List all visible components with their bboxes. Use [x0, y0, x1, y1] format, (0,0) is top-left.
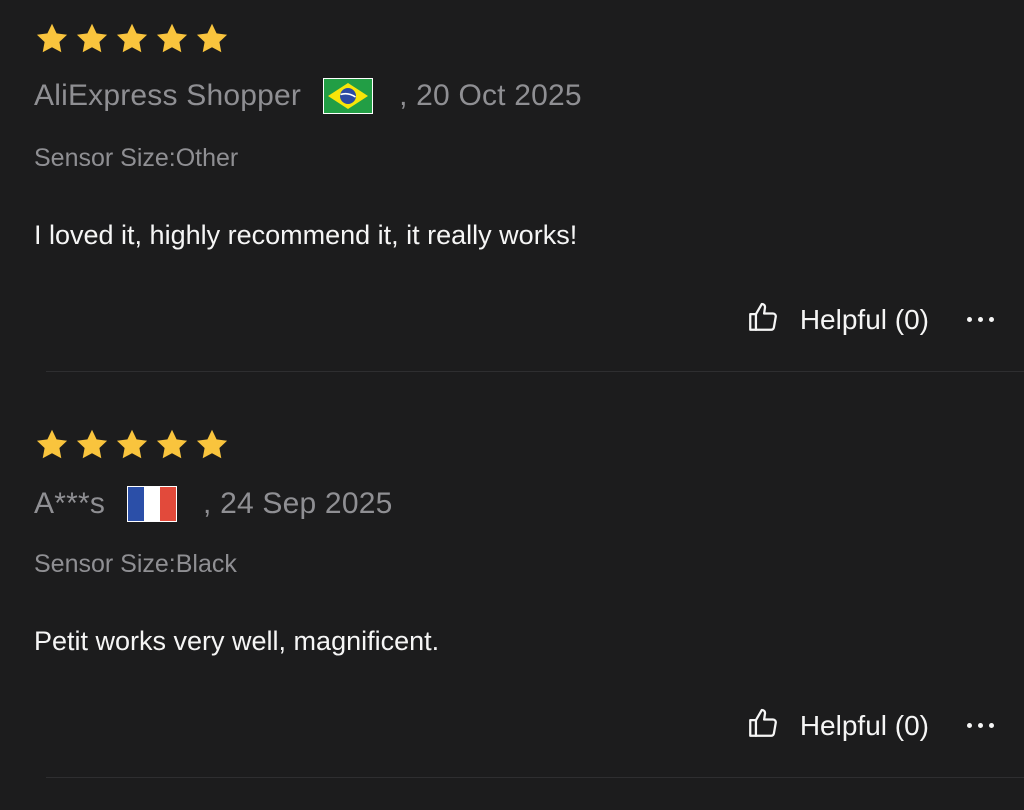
- star-icon: [154, 428, 190, 462]
- star-icon: [194, 428, 230, 462]
- star-icon: [74, 22, 110, 56]
- review-date: , 24 Sep 2025: [203, 487, 393, 520]
- divider: [46, 777, 1024, 778]
- product-variant: Sensor Size:Other: [34, 144, 239, 172]
- brazil-flag-icon: [323, 78, 374, 114]
- thumbs-up-icon: [746, 706, 780, 745]
- review-card: A***s , 24 Sep 2025 Sensor Size:Black Pe…: [0, 372, 1024, 778]
- reviewer-info: A***s , 24 Sep 2025: [34, 486, 392, 522]
- review-card: AliExpress Shopper , 20 Oct 2025 Sensor …: [0, 0, 1024, 372]
- helpful-button[interactable]: Helpful (0): [746, 706, 929, 745]
- review-date: , 20 Oct 2025: [399, 79, 582, 112]
- helpful-label: Helpful (0): [799, 303, 929, 335]
- review-text: Petit works very well, magnificent.: [34, 626, 440, 656]
- thumbs-up-icon: [746, 300, 780, 339]
- reviewer-name: A***s: [34, 487, 106, 520]
- review-actions: Helpful (0): [746, 706, 994, 745]
- reviewer-name: AliExpress Shopper: [34, 79, 302, 112]
- star-icon: [194, 22, 230, 56]
- helpful-label: Helpful (0): [799, 709, 929, 741]
- reviewer-info: AliExpress Shopper , 20 Oct 2025: [34, 78, 582, 114]
- france-flag-icon: [127, 486, 178, 522]
- more-options-icon[interactable]: [967, 711, 994, 741]
- star-icon: [34, 428, 70, 462]
- more-options-icon[interactable]: [967, 305, 994, 335]
- star-icon: [114, 428, 150, 462]
- star-rating: [34, 428, 230, 462]
- product-variant: Sensor Size:Black: [34, 550, 237, 578]
- helpful-button[interactable]: Helpful (0): [746, 300, 929, 339]
- star-icon: [34, 22, 70, 56]
- star-icon: [114, 22, 150, 56]
- star-icon: [74, 428, 110, 462]
- review-text: I loved it, highly recommend it, it real…: [34, 220, 578, 250]
- star-rating: [34, 22, 230, 56]
- review-actions: Helpful (0): [746, 300, 994, 339]
- star-icon: [154, 22, 190, 56]
